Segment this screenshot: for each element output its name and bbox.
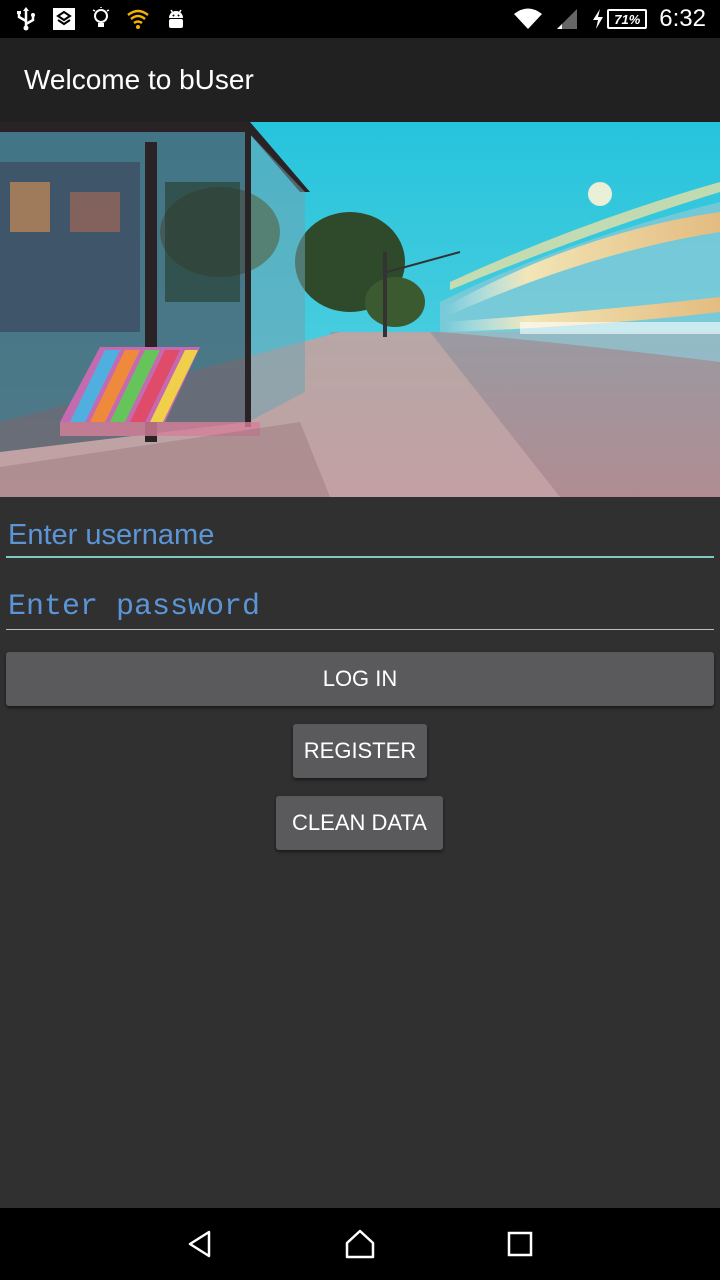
signal-icon: [555, 7, 579, 31]
wifi-icon: [513, 7, 543, 31]
app-bar: Welcome to bUser: [0, 38, 720, 122]
charging-icon: [591, 8, 605, 30]
register-button[interactable]: REGISTER: [293, 724, 427, 778]
home-icon[interactable]: [330, 1214, 390, 1274]
navigation-bar: [0, 1208, 720, 1280]
username-field[interactable]: [6, 514, 714, 558]
clean-data-button[interactable]: CLEAN DATA: [276, 796, 443, 850]
battery-indicator: 71%: [591, 8, 648, 30]
notification-app-icon: [52, 7, 76, 31]
app-title: Welcome to bUser: [24, 64, 254, 95]
username-input[interactable]: [6, 514, 714, 556]
bulb-icon: [92, 7, 110, 31]
password-field[interactable]: [6, 586, 714, 630]
password-underline: [6, 629, 714, 630]
login-button[interactable]: LOG IN: [6, 652, 714, 706]
back-icon[interactable]: [170, 1214, 230, 1274]
status-bar: 71% 6:32: [0, 0, 720, 38]
clock: 6:32: [659, 5, 706, 32]
battery-percent: 71%: [607, 9, 648, 29]
username-underline: [6, 556, 714, 558]
status-right-icons: 71% 6:32: [513, 5, 706, 33]
status-left-icons: [16, 7, 186, 31]
password-input[interactable]: [6, 586, 714, 628]
android-icon: [166, 7, 186, 31]
hero-image: [0, 122, 720, 497]
recents-icon[interactable]: [490, 1214, 550, 1274]
wifi-alert-icon: [126, 7, 150, 31]
usb-icon: [16, 7, 36, 31]
